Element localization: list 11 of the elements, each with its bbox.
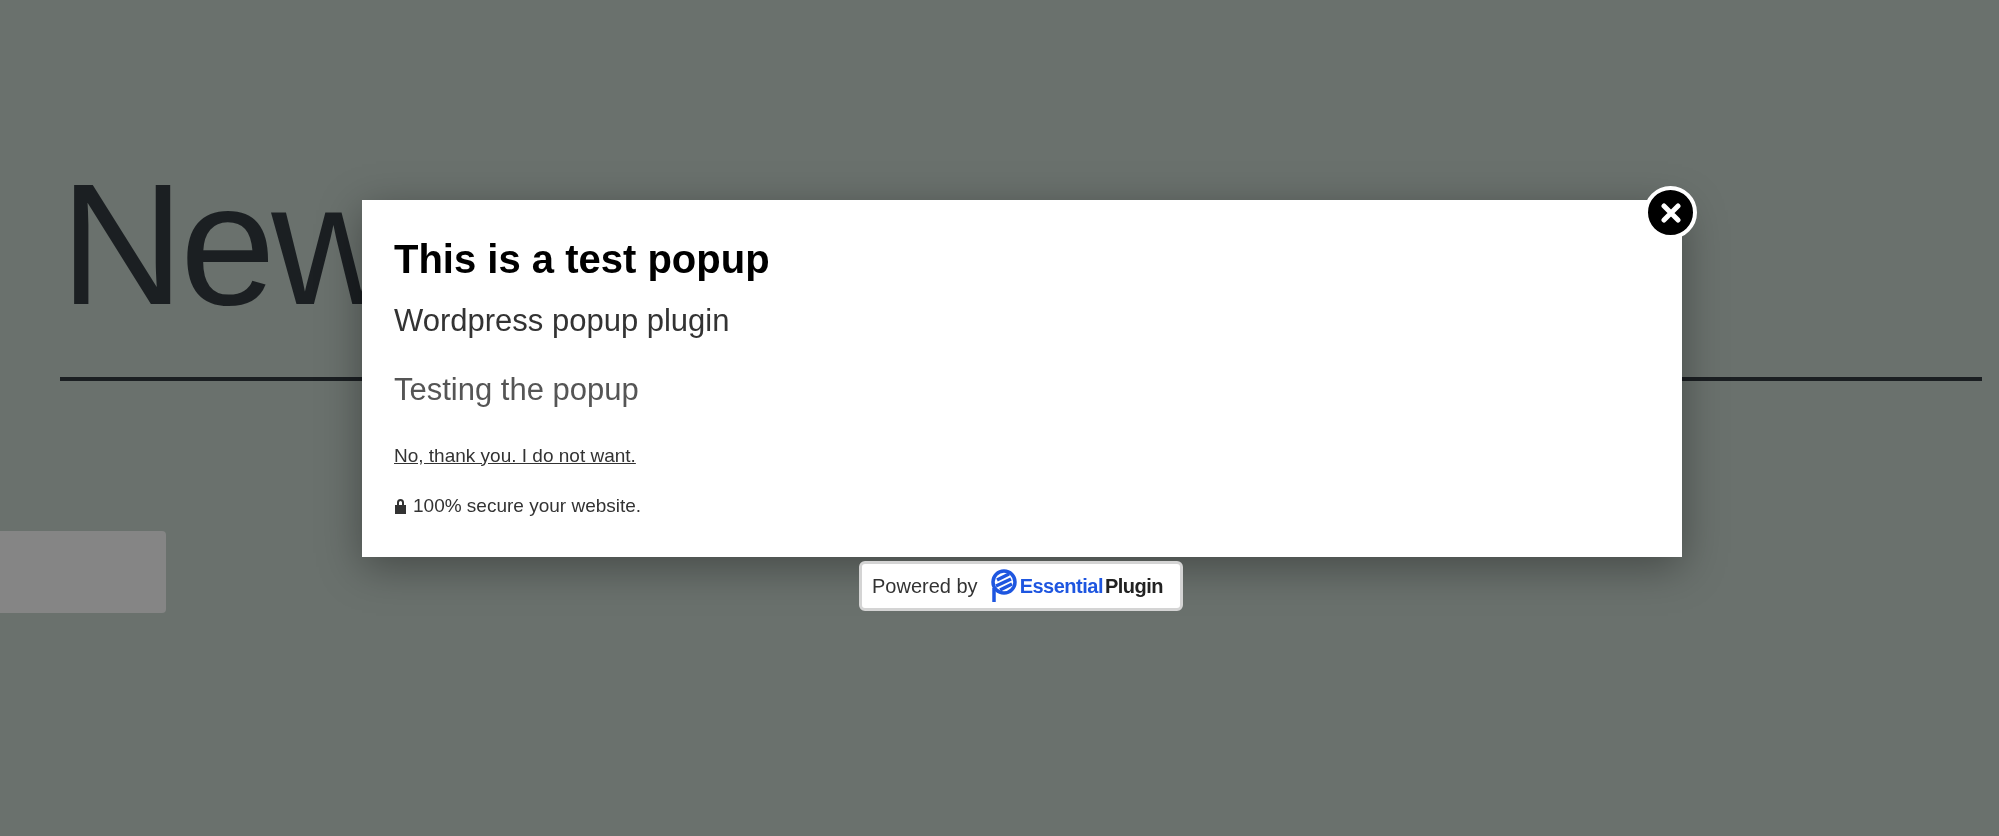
close-icon (1660, 202, 1681, 223)
brand-name: Plugin (1104, 574, 1164, 599)
popup-subtitle: Wordpress popup plugin (394, 302, 730, 340)
popup-title: This is a test popup (394, 236, 770, 283)
decline-link[interactable]: No, thank you. I do not want. (394, 441, 636, 470)
lock-icon (394, 498, 407, 515)
security-note: 100% secure your website. (413, 494, 642, 518)
popup-text: Testing the popup (394, 370, 639, 409)
powered-by-badge[interactable]: Powered by EssentialPlugin (859, 561, 1183, 611)
powered-by-label: Powered by (872, 574, 978, 599)
brand-name: Essential (1019, 574, 1103, 599)
